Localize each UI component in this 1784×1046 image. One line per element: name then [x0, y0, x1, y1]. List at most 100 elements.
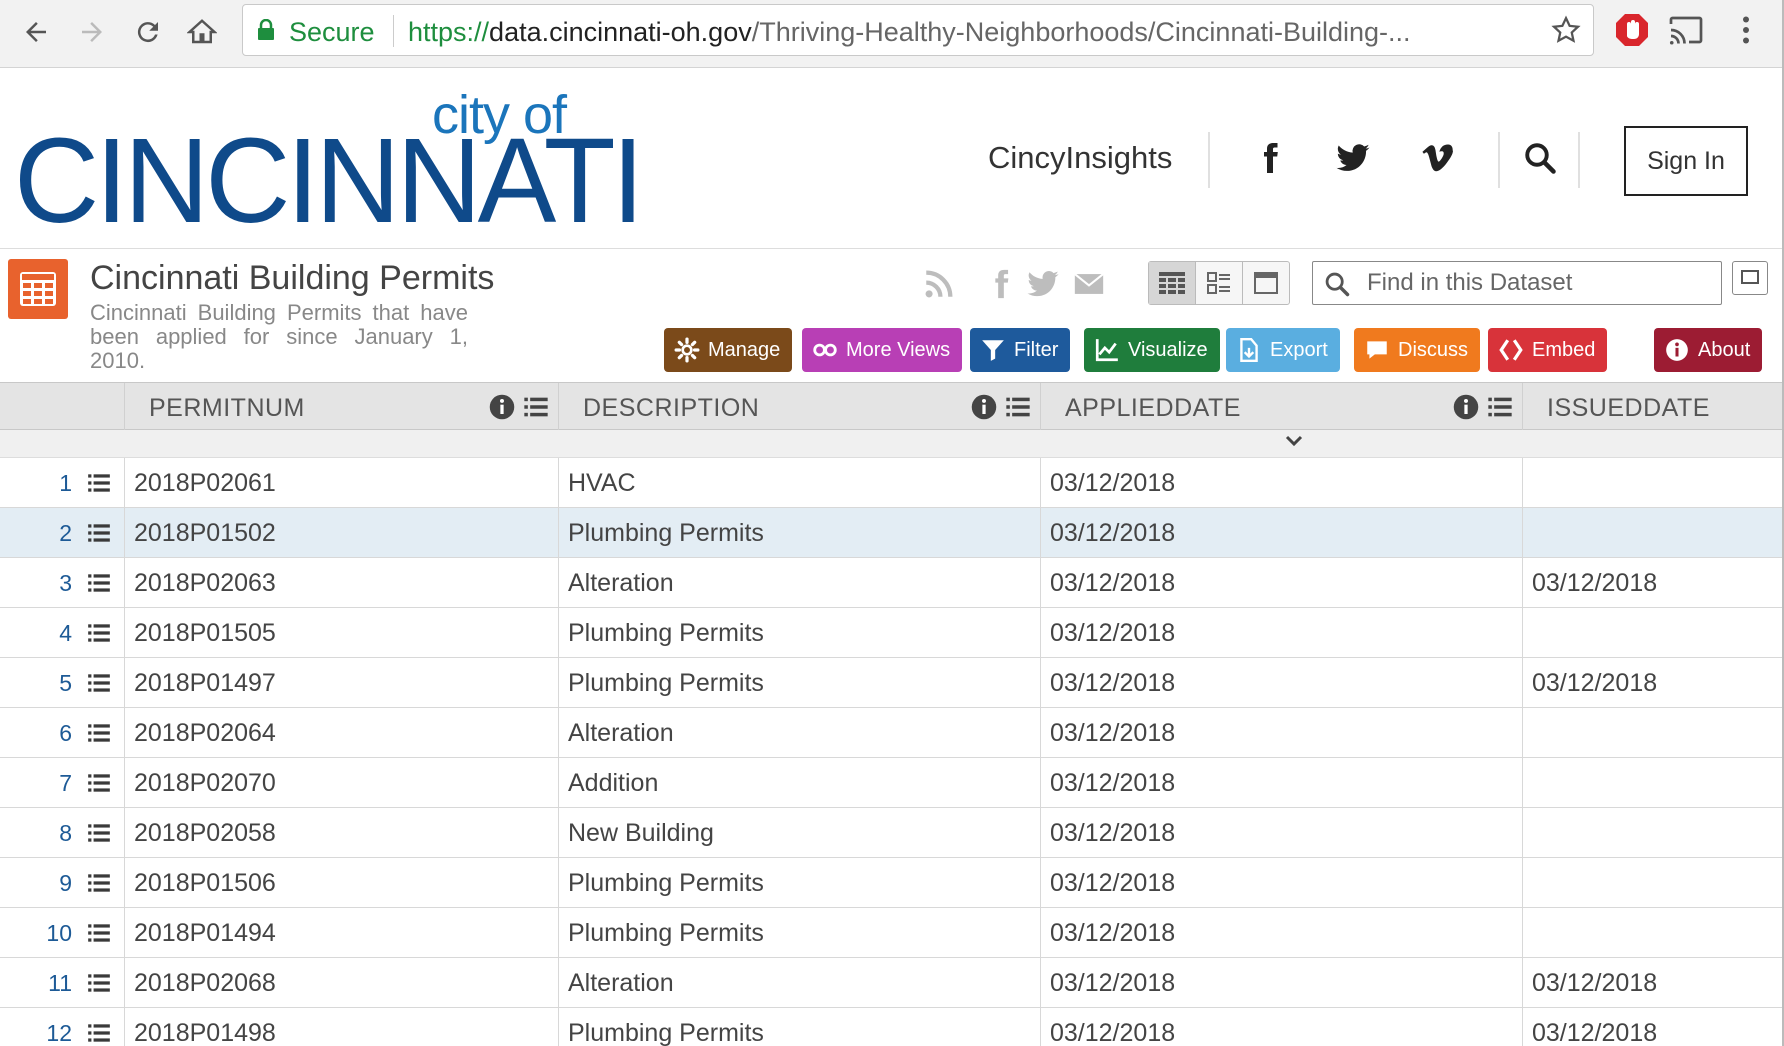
cell-issueddate[interactable]: [1522, 708, 1784, 758]
column-menu-icon[interactable]: [522, 393, 550, 421]
row-number[interactable]: 7: [0, 758, 72, 808]
table-row[interactable]: 9 2018P01506 Plumbing Permits 03/12/2018: [0, 858, 1784, 908]
cell-permitnum[interactable]: 2018P02058: [124, 808, 558, 858]
url-text[interactable]: https://data.cincinnati-oh.gov/Thriving-…: [408, 17, 1528, 48]
discuss-button[interactable]: Discuss: [1354, 328, 1481, 372]
cell-description[interactable]: Alteration: [558, 558, 1040, 608]
column-header-applieddate[interactable]: APPLIEDDATE: [1040, 383, 1522, 431]
row-view-button[interactable]: [1196, 262, 1243, 304]
about-button[interactable]: About: [1654, 328, 1763, 372]
export-button[interactable]: Export: [1226, 328, 1340, 372]
table-row[interactable]: 11 2018P02068 Alteration 03/12/2018 03/12/20…: [0, 958, 1784, 1008]
cell-description[interactable]: Plumbing Permits: [558, 858, 1040, 908]
cell-applieddate[interactable]: 03/12/2018: [1040, 458, 1522, 508]
column-menu-icon[interactable]: [1004, 393, 1032, 421]
cell-applieddate[interactable]: 03/12/2018: [1040, 808, 1522, 858]
row-menu-icon[interactable]: [86, 970, 112, 996]
cell-permitnum[interactable]: 2018P01506: [124, 858, 558, 908]
dataset-search-input[interactable]: [1367, 268, 1707, 298]
cell-description[interactable]: Plumbing Permits: [558, 658, 1040, 708]
table-row[interactable]: 8 2018P02058 New Building 03/12/2018: [0, 808, 1784, 858]
column-header-issueddate[interactable]: ISSUEDDATE: [1522, 383, 1784, 431]
vimeo-link[interactable]: [1418, 138, 1458, 178]
bookmark-star-icon[interactable]: [1551, 15, 1581, 45]
cell-applieddate[interactable]: 03/12/2018: [1040, 508, 1522, 558]
row-number[interactable]: 3: [0, 558, 72, 608]
forward-button[interactable]: [70, 10, 114, 54]
cell-issueddate[interactable]: [1522, 858, 1784, 908]
table-row[interactable]: 10 2018P01494 Plumbing Permits 03/12/2018: [0, 908, 1784, 958]
row-number[interactable]: 9: [0, 858, 72, 908]
table-row[interactable]: 4 2018P01505 Plumbing Permits 03/12/2018: [0, 608, 1784, 658]
cell-description[interactable]: Plumbing Permits: [558, 608, 1040, 658]
row-number[interactable]: 6: [0, 708, 72, 758]
adblock-extension-icon[interactable]: [1614, 12, 1650, 48]
cell-permitnum[interactable]: 2018P01494: [124, 908, 558, 958]
cell-applieddate[interactable]: 03/12/2018: [1040, 1008, 1522, 1046]
cell-issueddate[interactable]: [1522, 758, 1784, 808]
cell-issueddate[interactable]: 03/12/2018: [1522, 958, 1784, 1008]
table-row[interactable]: 2 2018P01502 Plumbing Permits 03/12/2018: [0, 508, 1784, 558]
row-menu-icon[interactable]: [86, 770, 112, 796]
facebook-link[interactable]: [1250, 138, 1290, 178]
cell-issueddate[interactable]: [1522, 608, 1784, 658]
embed-button[interactable]: Embed: [1488, 328, 1608, 372]
column-header-permitnum[interactable]: PERMITNUM: [124, 383, 558, 431]
share-twitter-icon[interactable]: [1026, 267, 1060, 301]
cell-issueddate[interactable]: [1522, 808, 1784, 858]
cell-description[interactable]: Plumbing Permits: [558, 508, 1040, 558]
twitter-link[interactable]: [1333, 138, 1373, 178]
table-row[interactable]: 3 2018P02063 Alteration 03/12/2018 03/12/201…: [0, 558, 1784, 608]
logo-cincinnati[interactable]: CINCINNATI: [14, 121, 644, 241]
cell-applieddate[interactable]: 03/12/2018: [1040, 608, 1522, 658]
share-facebook-icon[interactable]: [984, 267, 1018, 301]
cell-permitnum[interactable]: 2018P02070: [124, 758, 558, 808]
cell-permitnum[interactable]: 2018P02063: [124, 558, 558, 608]
cell-applieddate[interactable]: 03/12/2018: [1040, 908, 1522, 958]
browser-menu-icon[interactable]: [1728, 12, 1764, 48]
row-menu-icon[interactable]: [86, 520, 112, 546]
cell-description[interactable]: Alteration: [558, 708, 1040, 758]
cell-applieddate[interactable]: 03/12/2018: [1040, 958, 1522, 1008]
row-menu-icon[interactable]: [86, 1020, 112, 1046]
cell-applieddate[interactable]: 03/12/2018: [1040, 658, 1522, 708]
cell-issueddate[interactable]: [1522, 458, 1784, 508]
cell-applieddate[interactable]: 03/12/2018: [1040, 758, 1522, 808]
row-menu-icon[interactable]: [86, 670, 112, 696]
sort-descending-icon[interactable]: [1284, 434, 1304, 448]
cell-description[interactable]: Plumbing Permits: [558, 908, 1040, 958]
table-row[interactable]: 7 2018P02070 Addition 03/12/2018: [0, 758, 1784, 808]
cell-permitnum[interactable]: 2018P01505: [124, 608, 558, 658]
row-number[interactable]: 11: [0, 958, 72, 1008]
cast-icon[interactable]: [1668, 12, 1704, 48]
column-info-icon[interactable]: [488, 393, 516, 421]
cell-description[interactable]: Plumbing Permits: [558, 1008, 1040, 1046]
cell-issueddate[interactable]: [1522, 508, 1784, 558]
cell-permitnum[interactable]: 2018P02064: [124, 708, 558, 758]
reload-button[interactable]: [126, 10, 170, 54]
row-number[interactable]: 1: [0, 458, 72, 508]
row-menu-icon[interactable]: [86, 820, 112, 846]
table-row[interactable]: 1 2018P02061 HVAC 03/12/2018: [0, 458, 1784, 508]
cell-permitnum[interactable]: 2018P01498: [124, 1008, 558, 1046]
row-menu-icon[interactable]: [86, 470, 112, 496]
row-number[interactable]: 8: [0, 808, 72, 858]
column-info-icon[interactable]: [970, 393, 998, 421]
table-row[interactable]: 6 2018P02064 Alteration 03/12/2018: [0, 708, 1784, 758]
cell-description[interactable]: Alteration: [558, 958, 1040, 1008]
row-number[interactable]: 2: [0, 508, 72, 558]
cell-description[interactable]: New Building: [558, 808, 1040, 858]
cell-applieddate[interactable]: 03/12/2018: [1040, 858, 1522, 908]
cell-permitnum[interactable]: 2018P01502: [124, 508, 558, 558]
maximize-button[interactable]: [1732, 261, 1768, 295]
site-search-button[interactable]: [1520, 138, 1560, 178]
cell-permitnum[interactable]: 2018P02068: [124, 958, 558, 1008]
address-bar[interactable]: Secure https://data.cincinnati-oh.gov/Th…: [242, 4, 1594, 56]
cell-description[interactable]: Addition: [558, 758, 1040, 808]
cell-issueddate[interactable]: 03/12/2018: [1522, 558, 1784, 608]
row-menu-icon[interactable]: [86, 870, 112, 896]
back-button[interactable]: [14, 10, 58, 54]
row-number[interactable]: 10: [0, 908, 72, 958]
column-menu-icon[interactable]: [1486, 393, 1514, 421]
share-email-icon[interactable]: [1072, 267, 1106, 301]
